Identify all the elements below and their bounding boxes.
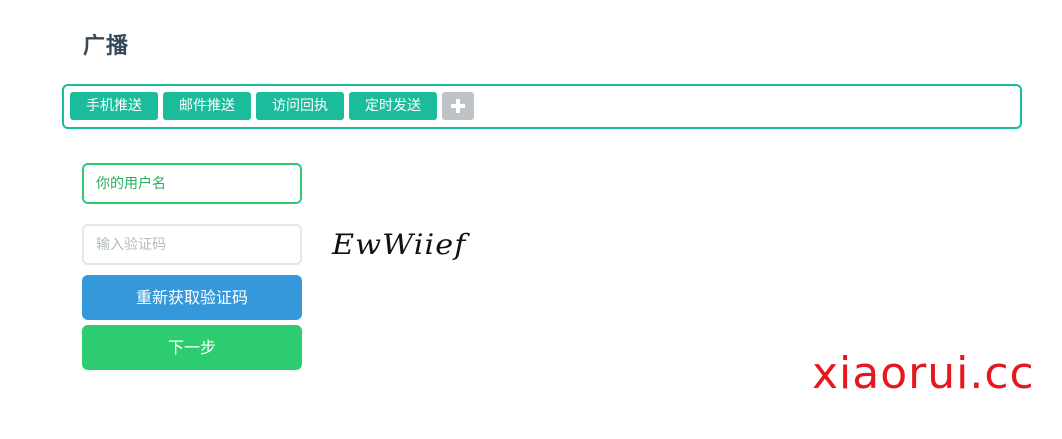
verification-code-input[interactable]	[82, 224, 302, 265]
tag-visit-receipt[interactable]: 访问回执	[256, 92, 344, 120]
next-step-button[interactable]: 下一步	[82, 325, 302, 370]
watermark: xiaorui.cc	[812, 348, 1035, 399]
tag-scheduled-send[interactable]: 定时发送	[349, 92, 437, 120]
refresh-code-button[interactable]: 重新获取验证码	[82, 275, 302, 320]
tag-list: 手机推送 邮件推送 访问回执 定时发送	[70, 92, 474, 120]
tag-mobile-push[interactable]: 手机推送	[70, 92, 158, 120]
page-title: 广播	[83, 33, 130, 59]
captcha-image[interactable]: EwWiief	[332, 228, 467, 261]
tag-input-bar[interactable]: 手机推送 邮件推送 访问回执 定时发送	[62, 84, 1022, 129]
username-input[interactable]	[82, 163, 302, 204]
plus-icon[interactable]	[442, 92, 474, 120]
tag-email-push[interactable]: 邮件推送	[163, 92, 251, 120]
